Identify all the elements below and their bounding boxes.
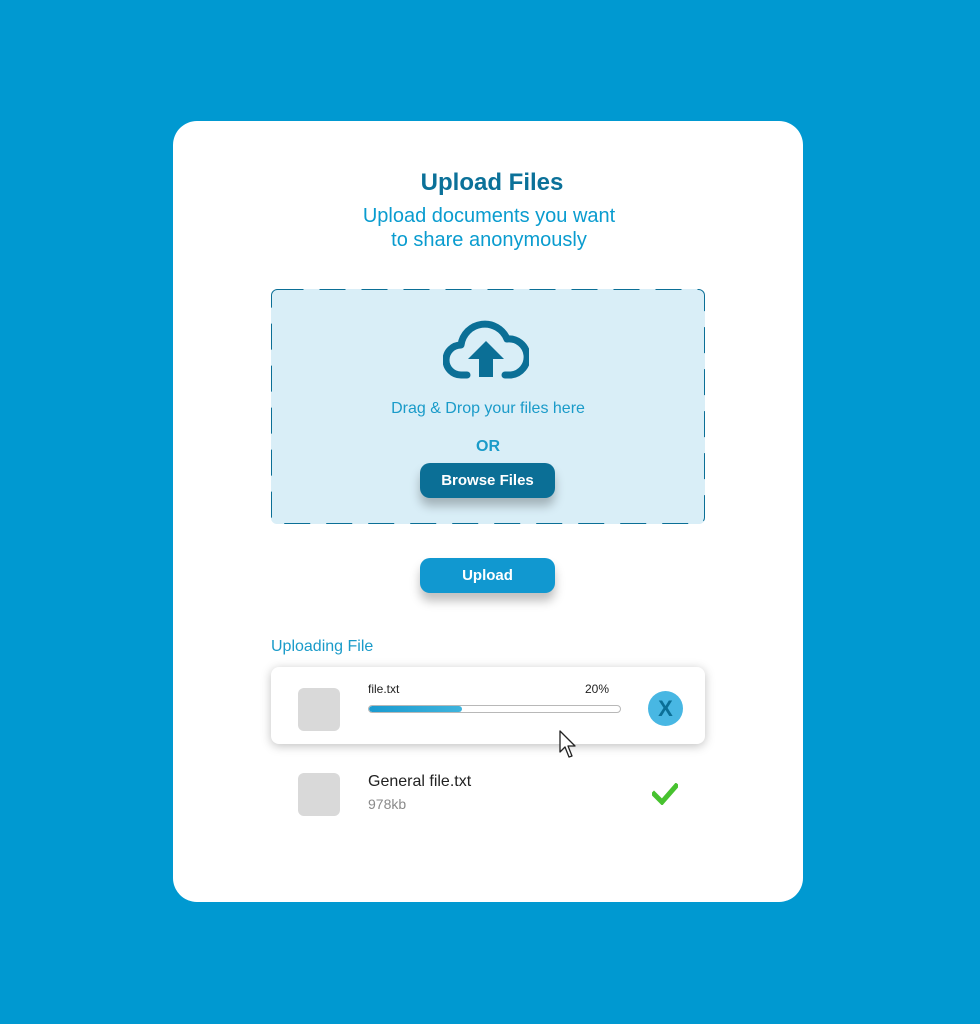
completed-file-name: General file.txt — [368, 773, 472, 790]
drop-zone[interactable]: Drag & Drop your files here OR Browse Fi… — [271, 289, 705, 524]
or-separator: OR — [476, 438, 500, 455]
uploading-file-name: file.txt — [368, 682, 400, 696]
cloud-upload-icon — [443, 320, 529, 379]
browse-files-button[interactable]: Browse Files — [420, 463, 555, 498]
upload-button[interactable]: Upload — [420, 558, 555, 593]
upload-card-panel: Upload Files Upload documents you want t… — [173, 121, 803, 902]
cancel-upload-button[interactable]: X — [648, 691, 683, 726]
completed-file-size: 978kb — [368, 796, 407, 812]
upload-progress-bar — [368, 705, 621, 713]
file-thumbnail — [298, 688, 340, 731]
check-icon — [652, 783, 678, 805]
drag-drop-text: Drag & Drop your files here — [391, 400, 585, 417]
page-subtitle: Upload documents you want to share anony… — [362, 205, 616, 251]
uploading-section-label: Uploading File — [271, 638, 374, 655]
file-thumbnail — [298, 773, 340, 816]
page-title: Upload Files — [420, 169, 564, 196]
upload-progress-fill — [369, 706, 462, 712]
mouse-cursor-icon — [559, 730, 576, 758]
uploading-file-item: file.txt 20% X — [271, 667, 705, 744]
upload-percent: 20% — [584, 682, 609, 696]
completed-file-item: General file.txt 978kb — [271, 761, 705, 831]
